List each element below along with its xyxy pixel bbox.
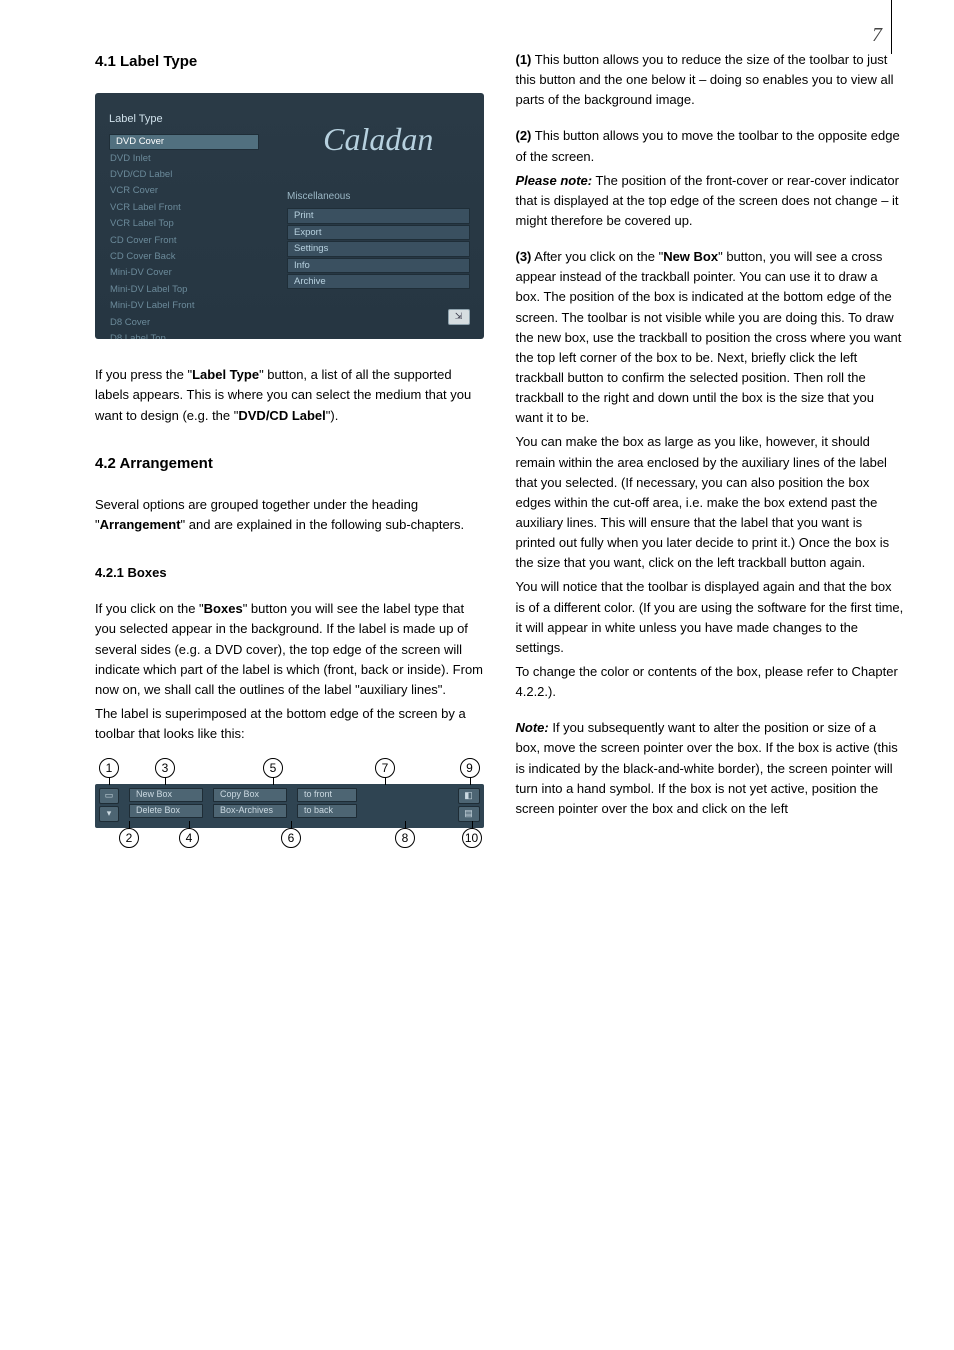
page-number-rule	[891, 0, 892, 54]
callout-2: 2	[119, 828, 139, 848]
callout-6: 6	[281, 828, 301, 848]
heading-4-1: 4.1 Label Type	[95, 50, 484, 73]
paragraph: Please note: The position of the front-c…	[516, 171, 905, 231]
menu-item-dvd-cover[interactable]: DVD Cover	[109, 134, 259, 149]
screenshot-label-type-panel: Label Type DVD Cover DVD Inlet DVD/CD La…	[95, 93, 484, 339]
tool-icon-b[interactable]: ▤	[458, 806, 480, 822]
collapse-icon[interactable]: ▭	[99, 788, 119, 804]
callout-8: 8	[395, 828, 415, 848]
menu-item[interactable]: VCR Label Top	[109, 216, 259, 231]
resize-icon[interactable]: ⇲	[448, 309, 470, 325]
right-column: (1) This button allows you to reduce the…	[516, 50, 905, 854]
paragraph: Note: If you subsequently want to alter …	[516, 718, 905, 819]
screenshot-toolbar: 1 3 5 7 9 ▭ ▾ New Box Delete Box Copy Bo…	[95, 758, 484, 854]
paragraph: (2) This button allows you to move the t…	[516, 126, 905, 166]
misc-item-print[interactable]: Print	[287, 208, 470, 223]
paragraph: To change the color or contents of the b…	[516, 662, 905, 702]
delete-box-button[interactable]: Delete Box	[129, 804, 203, 818]
misc-item-archive[interactable]: Archive	[287, 274, 470, 289]
left-column: 4.1 Label Type Label Type DVD Cover DVD …	[95, 50, 484, 854]
label-type-heading: Label Type	[109, 111, 259, 128]
callout-9: 9	[460, 758, 480, 778]
menu-item[interactable]: D8 Cover	[109, 315, 259, 330]
callout-5: 5	[263, 758, 283, 778]
callout-7: 7	[375, 758, 395, 778]
callout-4: 4	[179, 828, 199, 848]
callout-10: 10	[462, 828, 482, 848]
paragraph: If you press the "Label Type" button, a …	[95, 365, 484, 425]
menu-item[interactable]: Mini-DV Cover	[109, 265, 259, 280]
menu-item[interactable]: CD Cover Front	[109, 233, 259, 248]
menu-item[interactable]: D8 Label Top	[109, 331, 259, 339]
brand-logo: Caladan	[287, 115, 470, 165]
menu-item[interactable]: Mini-DV Label Front	[109, 298, 259, 313]
misc-item-export[interactable]: Export	[287, 225, 470, 240]
paragraph: The label is superimposed at the bottom …	[95, 704, 484, 744]
to-back-button[interactable]: to back	[297, 804, 357, 818]
menu-item[interactable]: VCR Label Front	[109, 200, 259, 215]
menu-item[interactable]: VCR Cover	[109, 183, 259, 198]
callout-3: 3	[155, 758, 175, 778]
tool-icon-a[interactable]: ◧	[458, 788, 480, 804]
toolbar: ▭ ▾ New Box Delete Box Copy Box Box-Arch…	[95, 784, 484, 828]
callout-1: 1	[99, 758, 119, 778]
copy-box-button[interactable]: Copy Box	[213, 788, 287, 802]
paragraph: (3) After you click on the "New Box" but…	[516, 247, 905, 428]
to-front-button[interactable]: to front	[297, 788, 357, 802]
move-edge-icon[interactable]: ▾	[99, 806, 119, 822]
new-box-button[interactable]: New Box	[129, 788, 203, 802]
menu-item[interactable]: DVD Inlet	[109, 151, 259, 166]
paragraph: You can make the box as large as you lik…	[516, 432, 905, 573]
misc-item-settings[interactable]: Settings	[287, 241, 470, 256]
heading-4-2-1: 4.2.1 Boxes	[95, 563, 484, 583]
paragraph: You will notice that the toolbar is disp…	[516, 577, 905, 658]
paragraph: (1) This button allows you to reduce the…	[516, 50, 905, 110]
misc-heading: Miscellaneous	[287, 189, 470, 205]
menu-item[interactable]: CD Cover Back	[109, 249, 259, 264]
paragraph: If you click on the "Boxes" button you w…	[95, 599, 484, 700]
menu-item[interactable]: DVD/CD Label	[109, 167, 259, 182]
paragraph: Several options are grouped together und…	[95, 495, 484, 535]
page-number: 7	[872, 20, 882, 51]
misc-item-info[interactable]: Info	[287, 258, 470, 273]
heading-4-2: 4.2 Arrangement	[95, 452, 484, 475]
menu-item[interactable]: Mini-DV Label Top	[109, 282, 259, 297]
box-archives-button[interactable]: Box-Archives	[213, 804, 287, 818]
